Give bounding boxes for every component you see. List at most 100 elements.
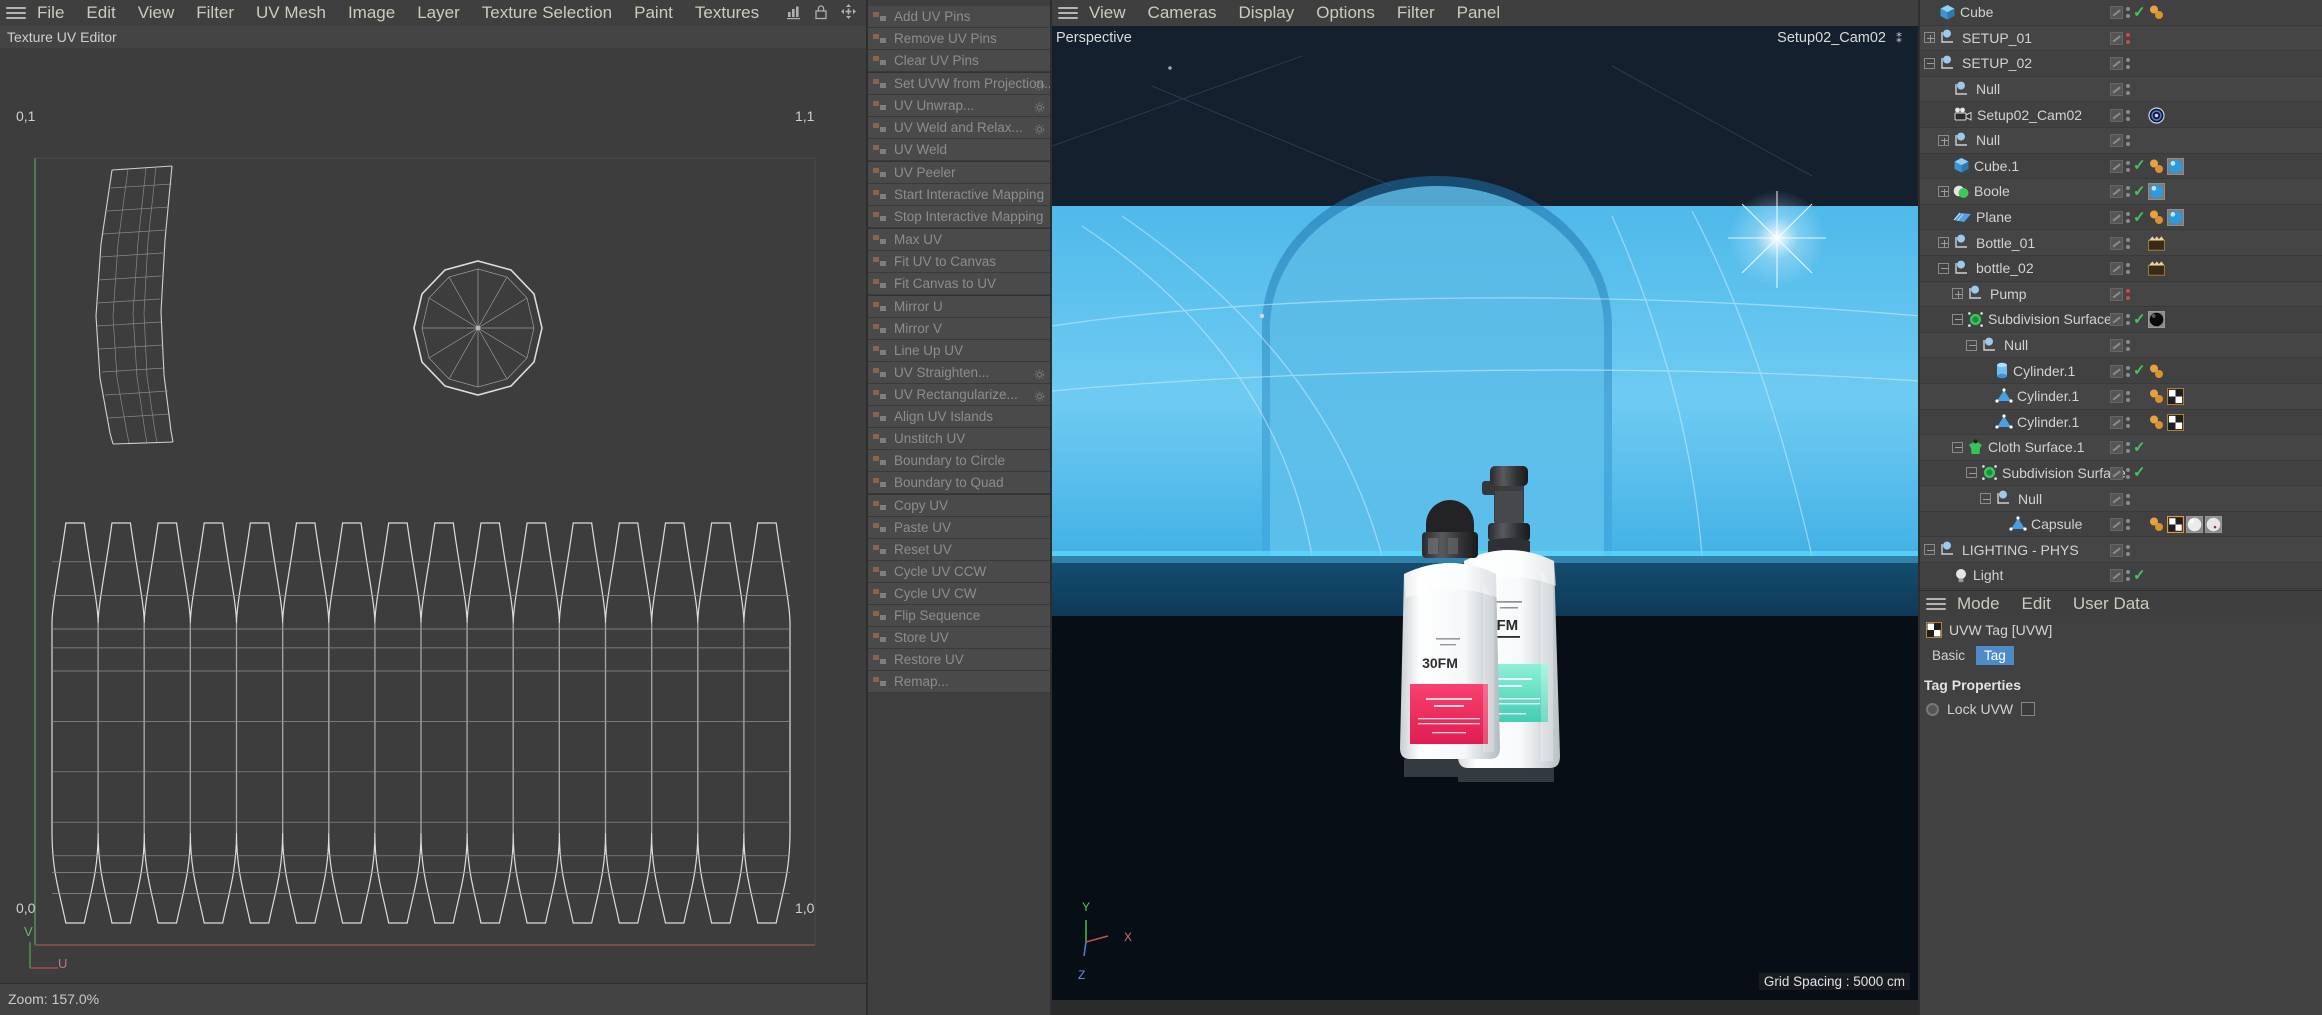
visibility-toggle[interactable]	[2110, 518, 2123, 532]
visibility-dots[interactable]	[2126, 416, 2130, 428]
enabled-check-icon[interactable]: ✓	[2133, 5, 2146, 20]
viewport-menu-filter[interactable]: Filter	[1386, 0, 1446, 26]
visibility-toggle[interactable]	[2110, 159, 2123, 173]
visibility-dots[interactable]	[2126, 314, 2130, 326]
lock-uvw-checkbox[interactable]	[2021, 702, 2036, 716]
visibility-dots[interactable]	[2126, 135, 2130, 147]
visibility-dots[interactable]	[2126, 288, 2130, 300]
visibility-dots[interactable]	[2126, 32, 2130, 44]
expand-icon[interactable]	[1938, 237, 1949, 249]
viewport-render[interactable]: Perspective Setup02_Cam02 ⁑ 30FM 30FM Y …	[1052, 26, 1920, 1000]
tag-mat-orange[interactable]	[2148, 158, 2165, 175]
visibility-dots[interactable]	[2126, 7, 2130, 19]
uv-command-fit-uv-to-canvas[interactable]: Fit UV to Canvas	[868, 251, 1050, 273]
menu-file[interactable]: File	[26, 0, 75, 26]
object-row[interactable]: LIGHTING - PHYS	[1920, 537, 2322, 564]
visibility-dots[interactable]	[2126, 442, 2130, 454]
object-row[interactable]: Pump	[1920, 281, 2322, 308]
visibility-toggle[interactable]	[2110, 569, 2123, 583]
collapse-icon[interactable]	[1924, 57, 1935, 69]
menu-image[interactable]: Image	[337, 0, 406, 26]
tag-target-icon[interactable]	[2148, 107, 2165, 124]
visibility-toggle[interactable]	[2110, 236, 2123, 250]
expand-icon[interactable]	[1924, 32, 1935, 44]
tag-layer-icon[interactable]	[2148, 235, 2165, 252]
object-row[interactable]: SETUP_01	[1920, 25, 2322, 52]
panel-divider-mid[interactable]	[1050, 0, 1052, 1015]
uv-command-line-up-uv[interactable]: Line Up UV	[868, 340, 1050, 362]
object-row[interactable]: Cylinder.1	[1920, 410, 2322, 436]
visibility-toggle[interactable]	[2110, 287, 2123, 301]
uv-command-uv-peeler[interactable]: UV Peeler	[868, 162, 1050, 184]
hamburger-icon[interactable]	[1926, 596, 1946, 612]
expand-icon[interactable]	[1938, 134, 1949, 146]
menu-uv-mesh[interactable]: UV Mesh	[245, 0, 337, 26]
object-row[interactable]: Null	[1920, 127, 2322, 154]
enabled-check-icon[interactable]: ✓	[2133, 363, 2146, 378]
object-row[interactable]: Plane ✓	[1920, 205, 2322, 231]
object-row[interactable]: Subdivision Surface.1 ✓	[1920, 307, 2322, 333]
enabled-check-icon[interactable]: ✓	[2133, 440, 2146, 455]
gear-icon[interactable]	[1034, 122, 1045, 135]
panel-divider-left[interactable]	[866, 0, 868, 1015]
uv-command-fit-canvas-to-uv[interactable]: Fit Canvas to UV	[868, 273, 1050, 295]
uv-canvas[interactable]: 0,1 1,1 0,0 1,0 V U	[0, 48, 868, 983]
gear-icon[interactable]	[1034, 100, 1045, 113]
uv-command-cycle-uv-ccw[interactable]: Cycle UV CCW	[868, 561, 1050, 583]
visibility-toggle[interactable]	[2110, 313, 2123, 327]
uv-command-unstitch-uv[interactable]: Unstitch UV	[868, 428, 1050, 450]
object-row[interactable]: Cube ✓	[1920, 0, 2322, 26]
uv-command-paste-uv[interactable]: Paste UV	[868, 517, 1050, 539]
move-icon[interactable]	[840, 3, 857, 20]
visibility-toggle[interactable]	[2110, 466, 2123, 480]
collapse-icon[interactable]	[1952, 441, 1963, 453]
viewport-menu-panel[interactable]: Panel	[1446, 0, 1511, 26]
visibility-toggle[interactable]	[2110, 83, 2123, 97]
visibility-dots[interactable]	[2126, 340, 2130, 352]
object-row[interactable]: Cloth Surface.1 ✓	[1920, 435, 2322, 461]
object-row[interactable]: Cube.1 ✓	[1920, 154, 2322, 180]
uv-command-store-uv[interactable]: Store UV	[868, 627, 1050, 649]
uv-command-copy-uv[interactable]: Copy UV	[868, 495, 1050, 517]
uv-command-restore-uv[interactable]: Restore UV	[868, 649, 1050, 671]
gear-icon[interactable]	[1034, 389, 1045, 402]
tag-mat-white2[interactable]	[2205, 516, 2222, 534]
object-row[interactable]: Null	[1920, 76, 2322, 103]
tag-mat-blue[interactable]	[2167, 209, 2184, 227]
menu-textures[interactable]: Textures	[684, 0, 770, 26]
visibility-dots[interactable]	[2126, 467, 2130, 479]
uv-command-max-uv[interactable]: Max UV	[868, 229, 1050, 251]
uv-command-remap[interactable]: Remap...	[868, 671, 1050, 693]
uv-command-boundary-to-circle[interactable]: Boundary to Circle	[868, 450, 1050, 472]
uv-command-align-uv-islands[interactable]: Align UV Islands	[868, 406, 1050, 428]
uv-command-cycle-uv-cw[interactable]: Cycle UV CW	[868, 583, 1050, 605]
object-manager[interactable]: Cube ✓ SETUP_01 SETUP_02 Null Setup02_Cam02 Nu…	[1920, 0, 2322, 590]
uv-command-remove-uv-pins[interactable]: Remove UV Pins	[868, 28, 1050, 50]
visibility-dots[interactable]	[2126, 263, 2130, 275]
collapse-icon[interactable]	[1966, 467, 1977, 479]
tag-layer-icon[interactable]	[2148, 260, 2165, 277]
visibility-dots[interactable]	[2126, 493, 2130, 505]
tag-uvw-icon[interactable]	[2167, 413, 2184, 431]
uv-command-reset-uv[interactable]: Reset UV	[868, 539, 1050, 561]
visibility-dots[interactable]	[2126, 519, 2130, 531]
object-row[interactable]: Boole ✓	[1920, 179, 2322, 205]
visibility-toggle[interactable]	[2110, 57, 2123, 71]
visibility-dots[interactable]	[2126, 391, 2130, 403]
viewport-menu-cameras[interactable]: Cameras	[1137, 0, 1228, 26]
enabled-check-icon[interactable]: ✓	[2133, 568, 2146, 583]
visibility-toggle[interactable]	[2110, 211, 2123, 225]
collapse-icon[interactable]	[1952, 313, 1963, 325]
uv-command-stop-interactive-mapping[interactable]: Stop Interactive Mapping	[868, 206, 1050, 228]
visibility-toggle[interactable]	[2110, 415, 2123, 429]
uv-command-mirror-v[interactable]: Mirror V	[868, 318, 1050, 340]
tag-uvw-selected[interactable]	[2167, 516, 2184, 534]
expand-icon[interactable]	[1938, 185, 1949, 197]
visibility-dots[interactable]	[2126, 237, 2130, 249]
enabled-check-icon[interactable]: ✓	[2133, 158, 2146, 173]
collapse-icon[interactable]	[1924, 544, 1935, 556]
visibility-dots[interactable]	[2126, 212, 2130, 224]
lock-icon[interactable]	[814, 4, 828, 20]
visibility-toggle[interactable]	[2110, 31, 2123, 45]
visibility-dots[interactable]	[2126, 186, 2130, 198]
